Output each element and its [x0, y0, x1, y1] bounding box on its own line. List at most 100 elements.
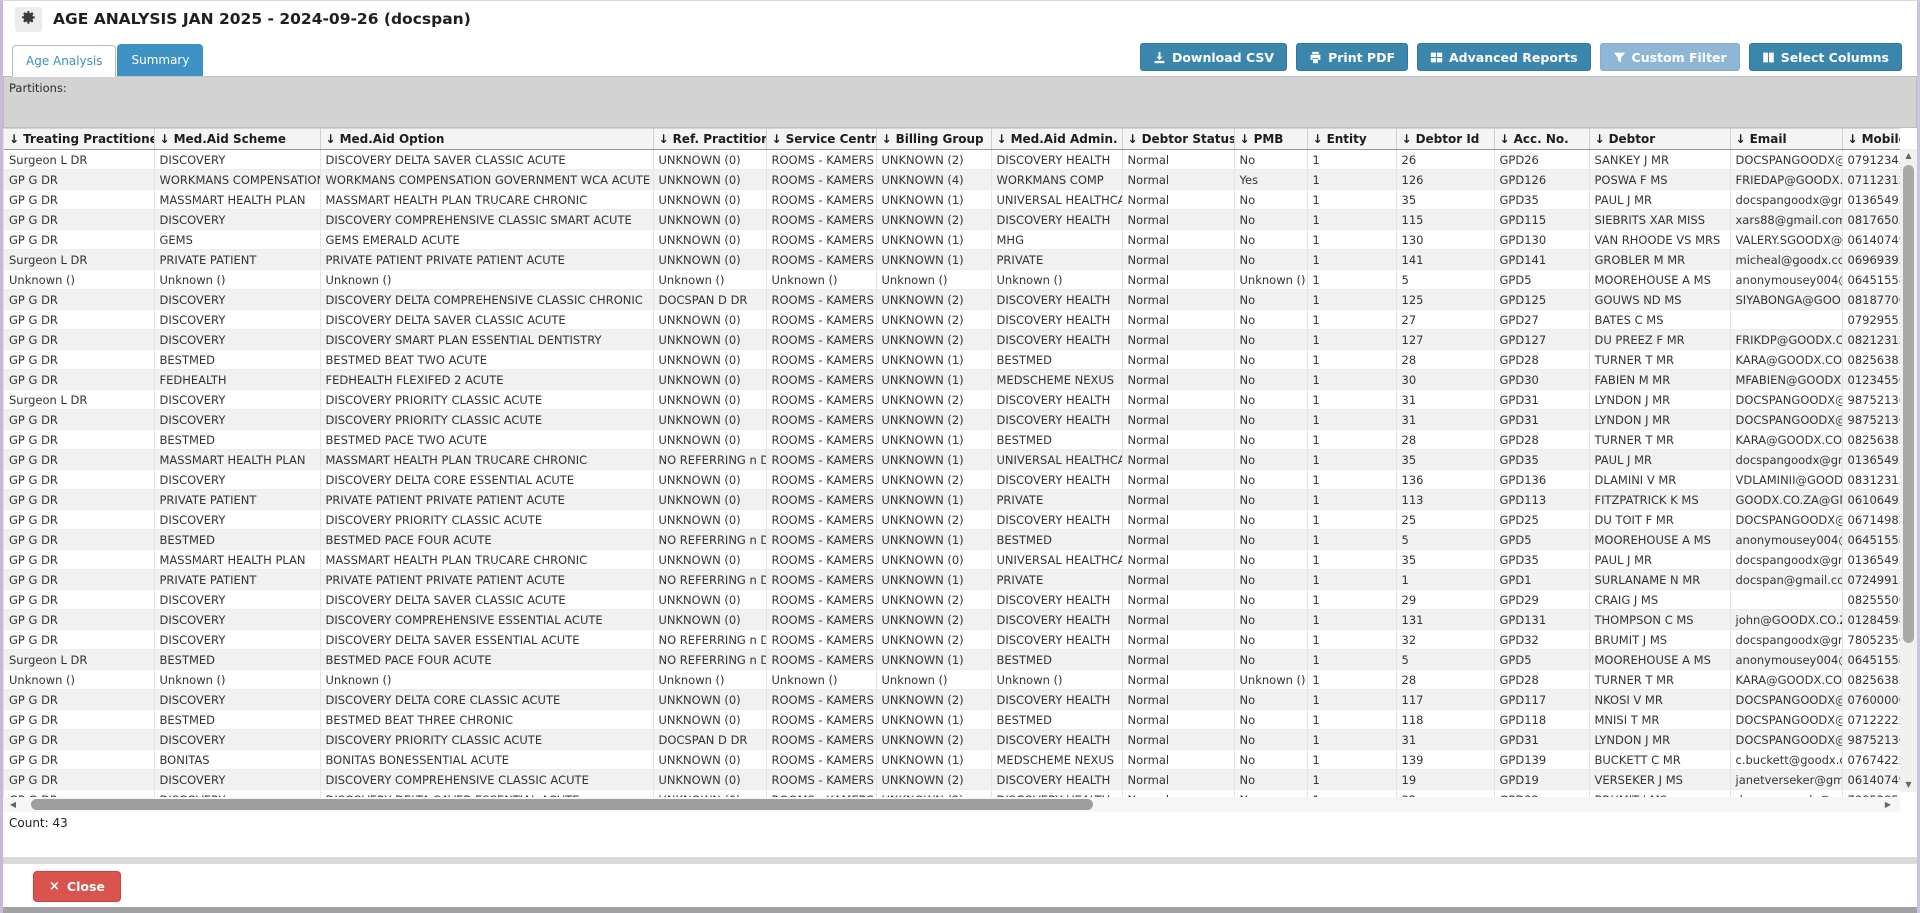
- tab-age-analysis[interactable]: Age Analysis: [12, 45, 116, 77]
- table-cell: BESTMED: [154, 430, 320, 450]
- table-cell: MEDSCHEME NEXUS: [991, 370, 1122, 390]
- table-row[interactable]: GP G DRPRIVATE PATIENTPRIVATE PATIENT PR…: [4, 490, 1900, 510]
- column-header-med-aid-admin[interactable]: ↓Med.Aid Admin.: [991, 129, 1122, 150]
- table-row[interactable]: GP G DRDISCOVERYDISCOVERY DELTA CORE CLA…: [4, 690, 1900, 710]
- table-row[interactable]: GP G DRDISCOVERYDISCOVERY COMPREHENSIVE …: [4, 770, 1900, 790]
- table-cell: WORKMANS COMPENSATION GOVERNMENT WCA ACU…: [320, 170, 653, 190]
- advanced-reports-button[interactable]: Advanced Reports: [1417, 43, 1591, 71]
- table-row[interactable]: GP G DRMASSMART HEALTH PLANMASSMART HEAL…: [4, 450, 1900, 470]
- table-cell: 31: [1396, 730, 1494, 750]
- table-row[interactable]: GP G DRDISCOVERYDISCOVERY DELTA SAVER CL…: [4, 310, 1900, 330]
- table-row[interactable]: GP G DRDISCOVERYDISCOVERY DELTA SAVER ES…: [4, 630, 1900, 650]
- table-cell: GPD25: [1494, 510, 1589, 530]
- down-arrow-icon: ↓: [1848, 132, 1858, 146]
- table-cell: Normal: [1122, 650, 1234, 670]
- table-cell: DISCOVERY HEALTH: [991, 610, 1122, 630]
- table-row[interactable]: GP G DRPRIVATE PATIENTPRIVATE PATIENT PR…: [4, 570, 1900, 590]
- vertical-scrollbar[interactable]: ▲ ▼: [1900, 149, 1917, 792]
- table-cell: ROOMS - KAMERS: [766, 630, 876, 650]
- table-cell: No: [1234, 630, 1307, 650]
- table-row[interactable]: Surgeon L DRPRIVATE PATIENTPRIVATE PATIE…: [4, 250, 1900, 270]
- table-row[interactable]: GP G DRGEMSGEMS EMERALD ACUTEUNKNOWN (0)…: [4, 230, 1900, 250]
- column-header-debtor-status[interactable]: ↓Debtor Status: [1122, 129, 1234, 150]
- table-row[interactable]: GP G DRDISCOVERYDISCOVERY SMART PLAN ESS…: [4, 330, 1900, 350]
- table-row[interactable]: GP G DRDISCOVERYDISCOVERY COMPREHENSIVE …: [4, 610, 1900, 630]
- down-arrow-icon: ↓: [1128, 132, 1138, 146]
- table-row[interactable]: GP G DRBESTMEDBESTMED PACE TWO ACUTEUNKN…: [4, 430, 1900, 450]
- table-row[interactable]: Surgeon L DRDISCOVERYDISCOVERY PRIORITY …: [4, 390, 1900, 410]
- print-pdf-button[interactable]: Print PDF: [1296, 43, 1408, 71]
- scroll-down-icon[interactable]: ▼: [1900, 778, 1917, 792]
- column-header-service-centre[interactable]: ↓Service Centre: [766, 129, 876, 150]
- select-columns-button[interactable]: Select Columns: [1749, 43, 1902, 71]
- table-cell: PRIVATE PATIENT: [154, 490, 320, 510]
- table-row[interactable]: Surgeon L DRBESTMEDBESTMED PACE FOUR ACU…: [4, 650, 1900, 670]
- table-cell: TURNER T MR: [1589, 670, 1730, 690]
- column-header-pmb[interactable]: ↓PMB: [1234, 129, 1307, 150]
- table-cell: 0610649572: [1842, 490, 1900, 510]
- table-row[interactable]: GP G DRDISCOVERYDISCOVERY DELTA COMPREHE…: [4, 290, 1900, 310]
- table-row[interactable]: GP G DRDISCOVERYDISCOVERY COMPREHENSIVE …: [4, 210, 1900, 230]
- table-cell: DISCOVERY DELTA CORE ESSENTIAL ACUTE: [320, 470, 653, 490]
- table-cell: 29: [1396, 590, 1494, 610]
- table-row[interactable]: GP G DRBESTMEDBESTMED BEAT THREE CHRONIC…: [4, 710, 1900, 730]
- close-button[interactable]: × Close: [33, 871, 121, 902]
- table-cell: 78052356789: [1842, 630, 1900, 650]
- table-cell: 28: [1396, 350, 1494, 370]
- table-cell: xars88@gmail.com: [1730, 210, 1842, 230]
- table-row[interactable]: GP G DRMASSMART HEALTH PLANMASSMART HEAL…: [4, 190, 1900, 210]
- table-cell: DISCOVERY: [154, 210, 320, 230]
- column-header-acc-no[interactable]: ↓Acc. No.: [1494, 129, 1589, 150]
- table-cell: UNKNOWN (1): [876, 350, 991, 370]
- column-header-med-aid-scheme[interactable]: ↓Med.Aid Scheme: [154, 129, 320, 150]
- table-cell: DISCOVERY HEALTH: [991, 470, 1122, 490]
- column-header-med-aid-option[interactable]: ↓Med.Aid Option: [320, 129, 653, 150]
- column-header-ref-practitioner[interactable]: ↓Ref. Practitioner: [653, 129, 766, 150]
- table-row[interactable]: GP G DRBESTMEDBESTMED PACE FOUR ACUTENO …: [4, 530, 1900, 550]
- tab-summary[interactable]: Summary: [117, 44, 203, 76]
- table-row[interactable]: GP G DRFEDHEALTHFEDHEALTH FLEXIFED 2 ACU…: [4, 370, 1900, 390]
- table-row[interactable]: GP G DRBESTMEDBESTMED BEAT TWO ACUTEUNKN…: [4, 350, 1900, 370]
- scroll-up-icon[interactable]: ▲: [1900, 149, 1917, 163]
- table-row[interactable]: GP G DRDISCOVERYDISCOVERY DELTA CORE ESS…: [4, 470, 1900, 490]
- horizontal-scrollbar-thumb[interactable]: [31, 799, 1093, 810]
- column-header-treating-practitioner[interactable]: ↓Treating Practitioner: [4, 129, 154, 150]
- table-cell: No: [1234, 190, 1307, 210]
- horizontal-scrollbar[interactable]: ◀ ▶: [3, 797, 1900, 812]
- table-cell: Unknown (): [766, 670, 876, 690]
- table-cell: ROOMS - KAMERS: [766, 770, 876, 790]
- table-cell: DISCOVERY: [154, 410, 320, 430]
- scroll-right-icon[interactable]: ▶: [1880, 797, 1896, 812]
- table-cell: CRAIG J MS: [1589, 590, 1730, 610]
- column-header-billing-group[interactable]: ↓Billing Group: [876, 129, 991, 150]
- table-row[interactable]: GP G DRDISCOVERYDISCOVERY PRIORITY CLASS…: [4, 510, 1900, 530]
- download-csv-button[interactable]: Download CSV: [1140, 43, 1287, 71]
- table-cell: BESTMED: [154, 710, 320, 730]
- table-row[interactable]: Unknown ()Unknown ()Unknown ()Unknown ()…: [4, 670, 1900, 690]
- column-header-debtor[interactable]: ↓Debtor: [1589, 129, 1730, 150]
- table-row[interactable]: Surgeon L DRDISCOVERYDISCOVERY DELTA SAV…: [4, 150, 1900, 170]
- scroll-left-icon[interactable]: ◀: [5, 797, 21, 812]
- custom-filter-button[interactable]: Custom Filter: [1600, 43, 1740, 71]
- table-cell: PRIVATE PATIENT: [154, 250, 320, 270]
- settings-button[interactable]: [15, 7, 42, 32]
- column-header-mobile-nu[interactable]: ↓Mobile Nu: [1842, 129, 1900, 150]
- table-cell: GPD31: [1494, 730, 1589, 750]
- table-row[interactable]: GP G DRDISCOVERYDISCOVERY PRIORITY CLASS…: [4, 410, 1900, 430]
- table-row[interactable]: GP G DRWORKMANS COMPENSATIONWORKMANS COM…: [4, 170, 1900, 190]
- table-cell: 1: [1307, 530, 1396, 550]
- column-header-entity[interactable]: ↓Entity: [1307, 129, 1396, 150]
- table-cell: docspangoodx@gmail.com: [1730, 450, 1842, 470]
- table-row[interactable]: GP G DRDISCOVERYDISCOVERY DELTA SAVER CL…: [4, 590, 1900, 610]
- table-row[interactable]: Unknown ()Unknown ()Unknown ()Unknown ()…: [4, 270, 1900, 290]
- table-row[interactable]: GP G DRBONITASBONITAS BONESSENTIAL ACUTE…: [4, 750, 1900, 770]
- table-row[interactable]: GP G DRDISCOVERYDISCOVERY PRIORITY CLASS…: [4, 730, 1900, 750]
- table-cell: DISCOVERY HEALTH: [991, 150, 1122, 170]
- column-header-email[interactable]: ↓Email: [1730, 129, 1842, 150]
- table-row[interactable]: GP G DRMASSMART HEALTH PLANMASSMART HEAL…: [4, 550, 1900, 570]
- vertical-scrollbar-thumb[interactable]: [1903, 165, 1914, 643]
- table-cell: BESTMED: [154, 650, 320, 670]
- column-header-debtor-id[interactable]: ↓Debtor Id: [1396, 129, 1494, 150]
- table-cell: MOOREHOUSE A MS: [1589, 650, 1730, 670]
- column-header-label: Debtor Id: [1416, 132, 1480, 146]
